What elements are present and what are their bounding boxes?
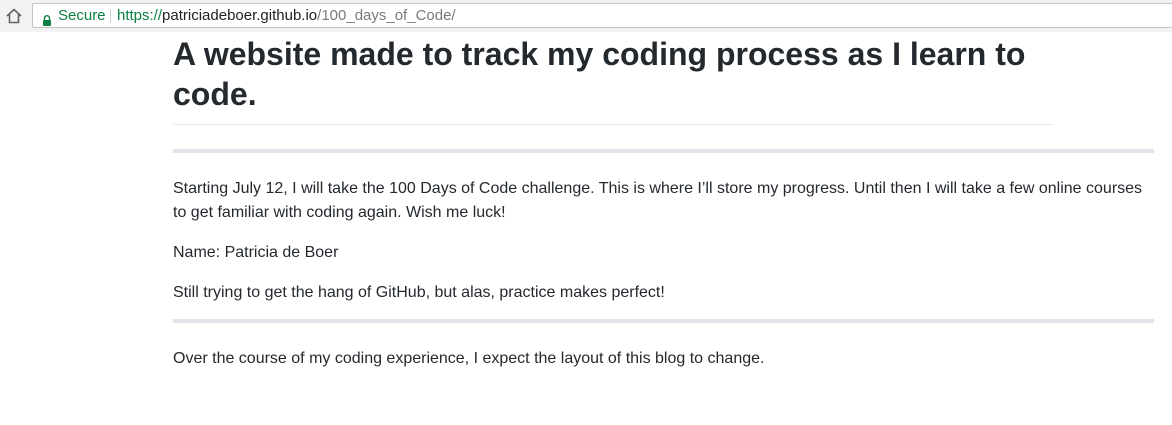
name-paragraph: Name: Patricia de Boer [173, 244, 339, 261]
layout-paragraph: Over the course of my coding experience,… [173, 350, 765, 367]
page-title: A website made to track my coding proces… [173, 32, 1054, 125]
address-bar-divider [110, 9, 111, 23]
browser-toolbar: Secure https://patriciadeboer.github.io/… [0, 0, 1172, 32]
github-paragraph: Still trying to get the hang of GitHub, … [173, 284, 665, 301]
intro-paragraph: Starting July 12, I will take the 100 Da… [173, 180, 1143, 221]
secure-label[interactable]: Secure [58, 4, 106, 27]
page-content: A website made to track my coding proces… [173, 32, 1154, 371]
home-icon[interactable] [5, 7, 23, 25]
horizontal-rule [173, 149, 1154, 153]
url-path: /100_days_of_Code/ [317, 7, 456, 24]
url-text[interactable]: https://patriciadeboer.github.io/100_day… [117, 4, 456, 27]
url-host: patriciadeboer.github.io [162, 7, 318, 24]
horizontal-rule [173, 319, 1154, 323]
address-bar[interactable]: Secure https://patriciadeboer.github.io/… [32, 3, 1172, 28]
url-scheme: https:// [117, 7, 163, 24]
lock-icon[interactable] [42, 10, 52, 26]
